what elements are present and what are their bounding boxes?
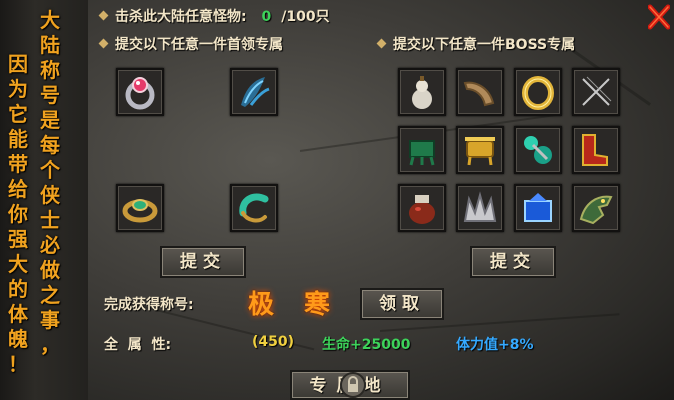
scroll-text-column-left: 因为它能带给你强大的体魄！ [4, 52, 32, 377]
scroll-char: 大 [40, 8, 60, 32]
boss-item-slot[interactable] [456, 126, 504, 174]
dragon-head-icon [579, 195, 613, 225]
blue-feather-icon [241, 77, 270, 107]
kill-quest-label: 击杀此大陆任意怪物: [115, 9, 247, 25]
scroll-char: 士 [40, 208, 60, 232]
kill-progress-current: 0 [261, 9, 272, 25]
scroll-char: 大 [8, 252, 28, 276]
golden-cauldron-icon [465, 137, 495, 166]
bullet-diamond-icon [98, 38, 109, 48]
boss-item-slot[interactable] [398, 126, 446, 174]
scroll-char: 陆 [40, 33, 60, 57]
crossed-needles-icon [582, 76, 612, 106]
scroll-char: 事 [40, 308, 60, 332]
stamina-bonus: 体力值+8% [456, 337, 534, 353]
scroll-char: 能 [8, 127, 28, 151]
submit-boss-row: 提交以下任意一件BOSS专属 [376, 34, 576, 54]
hp-bonus: 生命+25000 [322, 337, 411, 353]
reward-label: 完成获得称号: [104, 297, 194, 313]
reward-title-char: 寒 [304, 290, 331, 320]
jade-ring-icon [122, 199, 158, 223]
close-icon[interactable] [648, 4, 670, 30]
scroll-char: 侠 [40, 183, 60, 207]
boss-item-slot[interactable] [572, 68, 620, 116]
jade-pipe-icon [524, 136, 552, 164]
horn-icon [463, 81, 495, 107]
white-gourd-icon [412, 76, 432, 109]
leader-item-slot[interactable] [230, 184, 278, 232]
red-boots-icon [582, 134, 608, 166]
boss-item-slot[interactable] [456, 184, 504, 232]
submit-boss-label: 提交以下任意一件BOSS专属 [393, 37, 576, 53]
scroll-char: 必 [40, 233, 60, 257]
submit-leader-row: 提交以下任意一件首领专属 [98, 34, 283, 54]
scroll-char: 你 [8, 202, 28, 226]
lock-icon [340, 372, 366, 398]
leader-item-slot[interactable] [230, 68, 278, 116]
scroll-char: 魄 [8, 327, 28, 351]
submit-leader-label: 提交以下任意一件首领专属 [115, 37, 283, 53]
scroll-char: 为 [8, 77, 28, 101]
red-jar-icon [409, 195, 435, 224]
silver-crown-icon [463, 191, 497, 222]
scroll-char: 称 [40, 58, 60, 82]
scroll-char: 做 [40, 258, 60, 282]
jade-tripod-icon [409, 140, 435, 166]
sapphire-box-icon [524, 193, 552, 222]
attr-value: (450) [252, 334, 295, 350]
boss-item-slot[interactable] [572, 126, 620, 174]
boss-item-slot[interactable] [514, 68, 562, 116]
boss-item-slot[interactable] [514, 184, 562, 232]
boss-item-slot[interactable] [514, 126, 562, 174]
scroll-char: 的 [8, 277, 28, 301]
scroll-char: 之 [40, 283, 60, 307]
quest-panel: 大陆称号是每个侠士必做之事， 因为它能带给你强大的体魄！ 击杀此大陆任意怪物: … [0, 0, 674, 400]
jade-bangle-icon [239, 193, 269, 223]
bullet-diamond-icon [98, 10, 109, 20]
scroll-char: 是 [40, 108, 60, 132]
scroll-char: ！ [8, 352, 28, 376]
leader-item-slot[interactable] [116, 68, 164, 116]
boss-item-slot[interactable] [398, 184, 446, 232]
scroll-char: 带 [8, 152, 28, 176]
attr-label: 全 属 性: [104, 337, 172, 353]
claim-button[interactable]: 领取 [360, 288, 444, 320]
boss-item-slot[interactable] [398, 68, 446, 116]
scroll-char: 体 [8, 302, 28, 326]
leader-item-slot[interactable] [116, 184, 164, 232]
boss-item-slot[interactable] [572, 184, 620, 232]
ruby-ring-icon [125, 77, 155, 110]
scroll-char: 号 [40, 83, 60, 107]
scroll-char: 它 [8, 102, 28, 126]
kill-progress-total: /100只 [281, 9, 330, 25]
submit-boss-button[interactable]: 提交 [470, 246, 556, 278]
reward-title-char: 极 [248, 290, 275, 320]
scroll-char: 强 [8, 227, 28, 251]
scroll-char: 每 [40, 133, 60, 157]
scroll-char: 个 [40, 158, 60, 182]
scroll-text-column-right: 大陆称号是每个侠士必做之事， [36, 8, 64, 358]
boss-item-slot[interactable] [456, 68, 504, 116]
gold-ring-icon [522, 76, 554, 110]
scroll-char: ， [40, 333, 60, 357]
scroll-char: 给 [8, 177, 28, 201]
bullet-diamond-icon [376, 38, 387, 48]
scroll-char: 因 [8, 52, 28, 76]
kill-quest-row: 击杀此大陆任意怪物: 0/100只 [98, 6, 330, 26]
title-intro-scroll: 大陆称号是每个侠士必做之事， 因为它能带给你强大的体魄！ [0, 0, 88, 400]
submit-leader-button[interactable]: 提交 [160, 246, 246, 278]
